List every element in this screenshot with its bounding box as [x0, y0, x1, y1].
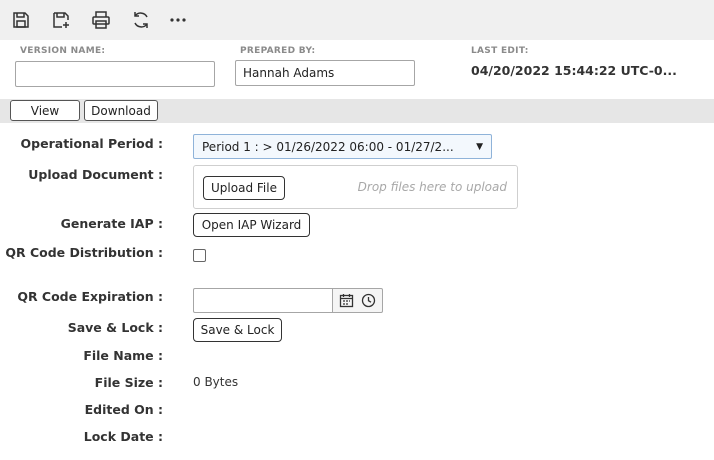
save-lock-label: Save & Lock : — [67, 320, 163, 335]
download-button[interactable]: Download — [84, 100, 158, 121]
more-icon[interactable] — [166, 8, 190, 32]
file-name-label: File Name : — [83, 348, 163, 363]
qr-expiration-input[interactable] — [193, 288, 333, 313]
operational-period-value: Period 1 : > 01/26/2022 06:00 - 01/27/2.… — [202, 139, 454, 154]
version-name-input[interactable] — [15, 61, 215, 87]
save-as-icon[interactable] — [49, 8, 73, 32]
drop-hint: Drop files here to upload — [357, 180, 507, 194]
last-edit-value: 04/20/2022 15:44:22 UTC-0... — [471, 63, 677, 78]
file-size-label: File Size : — [94, 375, 163, 390]
qr-distribution-label: QR Code Distribution : — [5, 245, 163, 260]
file-size-value: 0 Bytes — [193, 375, 239, 389]
lock-date-label: Lock Date : — [83, 429, 163, 444]
tab-bar: View Download — [0, 99, 714, 123]
chevron-down-icon: ▼ — [476, 141, 483, 152]
qr-distribution-checkbox[interactable] — [193, 249, 206, 262]
upload-document-label: Upload Document : — [28, 167, 163, 182]
datetime-picker-buttons — [333, 288, 383, 313]
version-name-label: VERSION NAME: — [20, 46, 106, 56]
prepared-by-label: PREPARED BY: — [240, 46, 316, 56]
view-button[interactable]: View — [10, 100, 80, 121]
operational-period-select[interactable]: Period 1 : > 01/26/2022 06:00 - 01/27/2.… — [193, 134, 492, 159]
calendar-icon[interactable] — [337, 292, 355, 310]
save-icon[interactable] — [9, 8, 33, 32]
upload-file-button[interactable]: Upload File — [203, 176, 285, 200]
edited-on-label: Edited On : — [84, 402, 163, 417]
toolbar — [0, 0, 714, 40]
prepared-by-field[interactable]: Hannah Adams — [235, 60, 415, 86]
last-edit-label: LAST EDIT: — [471, 46, 529, 56]
save-lock-button[interactable]: Save & Lock — [193, 318, 282, 342]
qr-expiration-label: QR Code Expiration : — [17, 289, 163, 304]
print-icon[interactable] — [89, 8, 113, 32]
generate-iap-label: Generate IAP : — [60, 216, 163, 231]
open-iap-wizard-button[interactable]: Open IAP Wizard — [193, 213, 310, 237]
operational-period-label: Operational Period : — [20, 136, 163, 151]
refresh-icon[interactable] — [129, 8, 153, 32]
clock-icon[interactable] — [360, 292, 378, 310]
